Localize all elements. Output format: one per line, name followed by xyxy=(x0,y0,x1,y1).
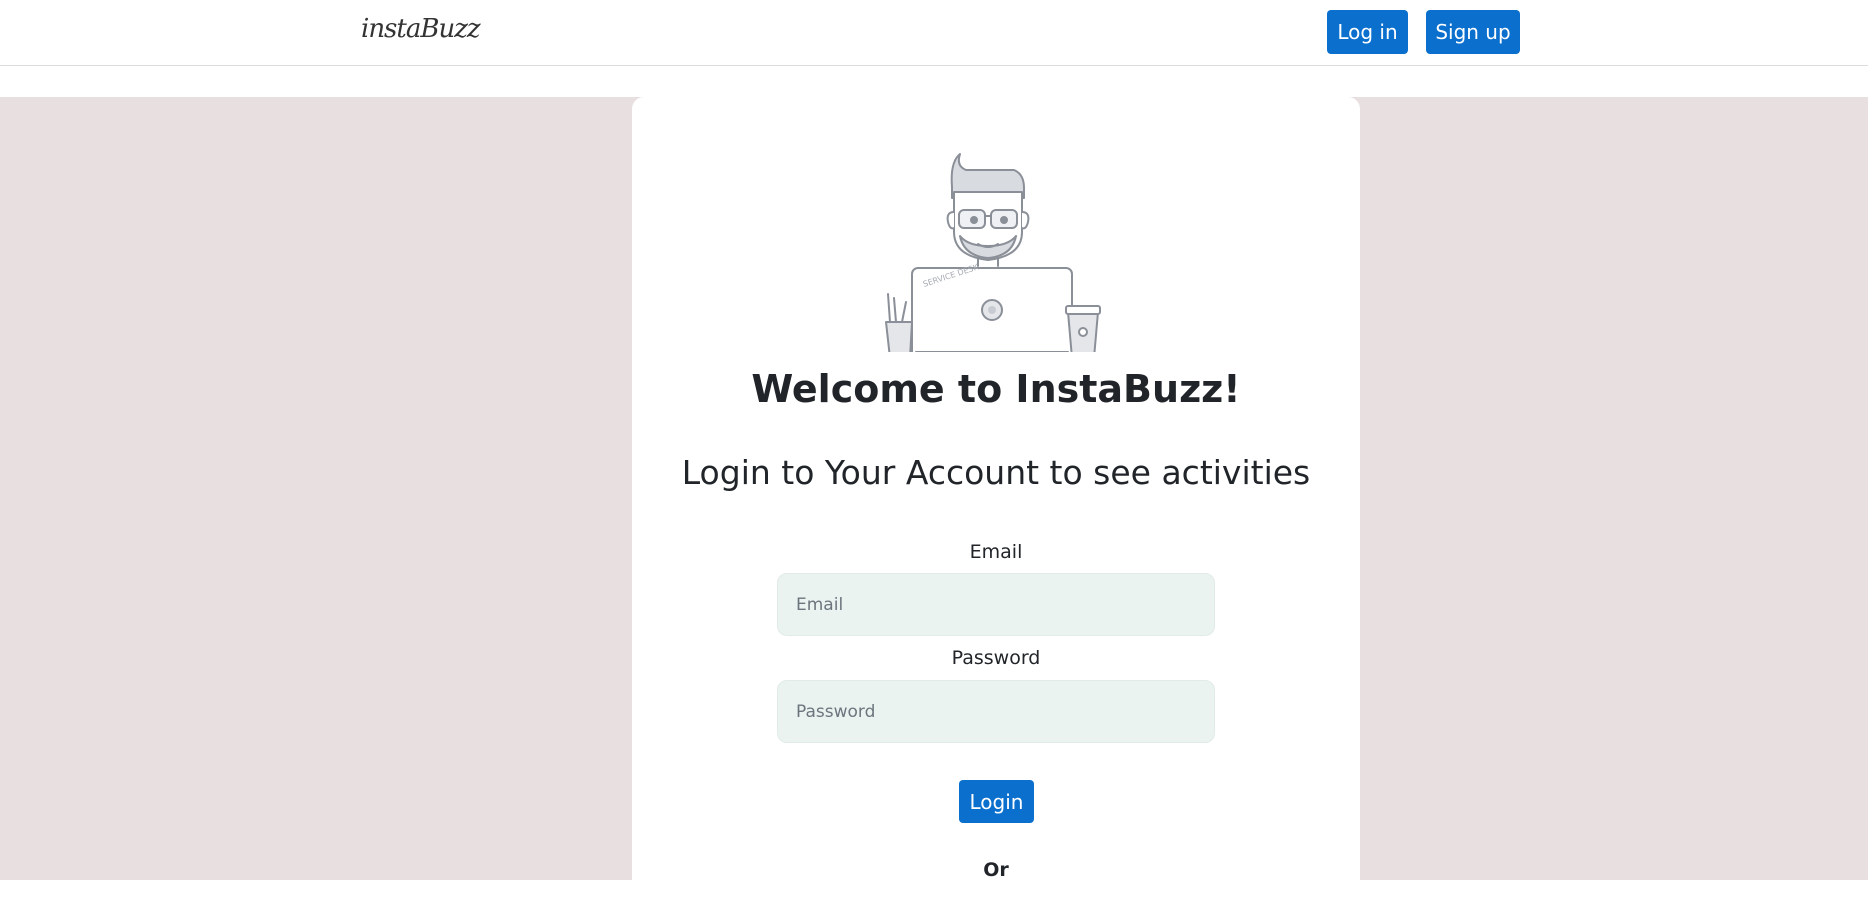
email-field[interactable] xyxy=(777,573,1215,636)
main-area: SERVICE DESK Welcome to InstaBuzz! Login… xyxy=(0,97,1868,897)
email-label: Email xyxy=(969,541,1023,563)
or-divider-text: Or xyxy=(983,859,1009,881)
developer-at-laptop-illustration: SERVICE DESK xyxy=(885,153,1101,352)
top-navbar: instaBuzz Log in Sign up xyxy=(0,0,1868,66)
login-submit-button[interactable]: Login xyxy=(959,780,1034,823)
password-field[interactable] xyxy=(777,680,1215,743)
signup-nav-button[interactable]: Sign up xyxy=(1426,10,1520,54)
login-card: SERVICE DESK Welcome to InstaBuzz! Login… xyxy=(632,97,1360,897)
password-label: Password xyxy=(951,647,1041,669)
welcome-heading: Welcome to InstaBuzz! xyxy=(751,367,1241,411)
brand-logo[interactable]: instaBuzz xyxy=(361,14,481,44)
login-subtitle: Login to Your Account to see activities xyxy=(681,453,1311,492)
login-nav-button[interactable]: Log in xyxy=(1327,10,1408,54)
